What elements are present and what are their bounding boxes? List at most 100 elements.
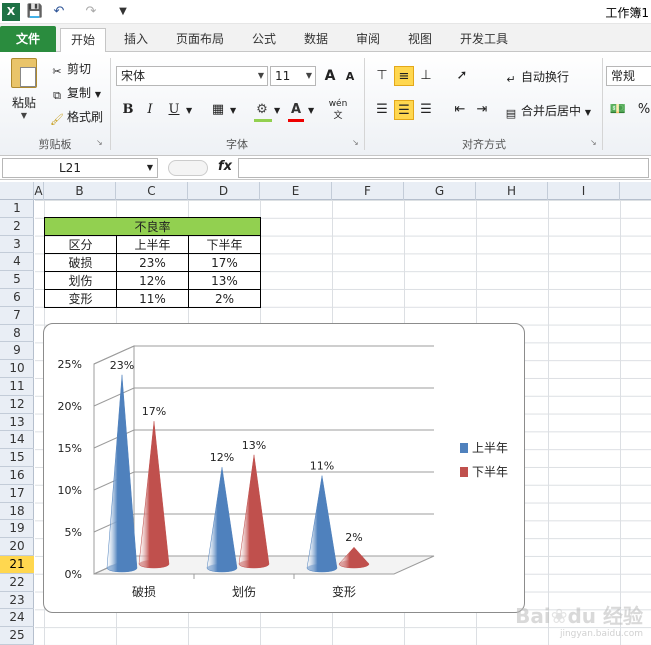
align-middle-button[interactable]: ≡ <box>394 66 414 86</box>
save-icon[interactable]: 💾 <box>26 3 44 21</box>
decrease-indent-button[interactable]: ⇤ <box>450 100 470 120</box>
row-header[interactable]: 5 <box>0 271 34 289</box>
undo-icon[interactable]: ↶ <box>50 3 68 21</box>
column-header[interactable]: I <box>548 182 620 200</box>
insert-function-icon[interactable]: fx <box>218 159 232 174</box>
underline-dropdown-icon[interactable]: ▼ <box>186 106 192 115</box>
column-header[interactable]: H <box>476 182 548 200</box>
row-header[interactable]: 18 <box>0 503 34 521</box>
font-color-button[interactable]: A <box>286 100 306 120</box>
clipboard-launcher-icon[interactable]: ↘ <box>96 138 103 147</box>
row-header[interactable]: 13 <box>0 414 34 432</box>
align-top-button[interactable]: ⊤ <box>372 66 392 86</box>
tab-formulas[interactable]: 公式 <box>242 28 286 52</box>
tab-file[interactable]: 文件 <box>0 26 56 52</box>
column-header[interactable]: F <box>332 182 404 200</box>
alignment-launcher-icon[interactable]: ↘ <box>590 138 597 147</box>
column-header[interactable]: D <box>188 182 260 200</box>
align-center-button[interactable]: ☰ <box>394 100 414 120</box>
tab-review[interactable]: 审阅 <box>346 28 390 52</box>
row-header[interactable]: 15 <box>0 449 34 467</box>
underline-button[interactable]: U <box>164 100 184 120</box>
table-cell[interactable]: 13% <box>188 271 261 290</box>
tab-data[interactable]: 数据 <box>294 28 338 52</box>
align-left-button[interactable]: ☰ <box>372 100 392 120</box>
table-header[interactable]: 区分 <box>44 235 117 254</box>
align-right-button[interactable]: ☰ <box>416 100 436 120</box>
customize-quick-access-icon[interactable]: ▼ <box>114 3 132 21</box>
row-header[interactable]: 19 <box>0 520 34 539</box>
font-color-dropdown-icon[interactable]: ▼ <box>308 106 314 115</box>
select-all-corner[interactable] <box>0 182 34 200</box>
number-format-select[interactable]: 常规 <box>606 66 651 86</box>
tab-page-layout[interactable]: 页面布局 <box>166 28 234 52</box>
column-header[interactable]: G <box>404 182 476 200</box>
tab-view[interactable]: 视图 <box>398 28 442 52</box>
table-header[interactable]: 上半年 <box>116 235 189 254</box>
column-header[interactable]: E <box>260 182 332 200</box>
row-header[interactable]: 24 <box>0 609 34 628</box>
column-header[interactable]: B <box>44 182 116 200</box>
grow-font-button[interactable]: A <box>320 66 340 86</box>
borders-button[interactable]: ▦ <box>208 100 228 120</box>
table-cell[interactable]: 2% <box>188 289 261 308</box>
fill-color-button[interactable]: ⚙ <box>252 100 272 120</box>
row-header[interactable]: 17 <box>0 485 34 503</box>
row-header[interactable]: 8 <box>0 325 34 343</box>
increase-indent-button[interactable]: ⇥ <box>472 100 492 120</box>
copy-button[interactable]: ⧉ 复制 ▼ <box>50 84 101 103</box>
row-header[interactable]: 23 <box>0 592 34 610</box>
redo-icon[interactable]: ↷ <box>82 3 100 21</box>
row-header[interactable]: 6 <box>0 289 34 307</box>
tab-home[interactable]: 开始 <box>60 28 107 53</box>
row-header[interactable]: 25 <box>0 627 34 645</box>
table-cell[interactable]: 23% <box>116 253 189 272</box>
font-name-select[interactable]: 宋体 ▼ <box>116 66 268 86</box>
table-title[interactable]: 不良率 <box>44 217 261 236</box>
shrink-font-button[interactable]: A <box>340 67 360 87</box>
borders-dropdown-icon[interactable]: ▼ <box>230 106 236 115</box>
wrap-text-button[interactable]: ↵ 自动换行 <box>504 68 569 87</box>
table-header[interactable]: 下半年 <box>188 235 261 254</box>
row-header[interactable]: 9 <box>0 342 34 361</box>
tab-insert[interactable]: 插入 <box>114 28 158 52</box>
row-header-selected[interactable]: 21 <box>0 556 34 574</box>
table-cell[interactable]: 12% <box>116 271 189 290</box>
currency-format-button[interactable]: 💵 <box>608 100 628 120</box>
fill-color-dropdown-icon[interactable]: ▼ <box>274 106 280 115</box>
formula-input[interactable] <box>238 158 649 178</box>
table-cell[interactable]: 破损 <box>44 253 117 272</box>
tab-developer[interactable]: 开发工具 <box>450 28 518 52</box>
cut-button[interactable]: ✂ 剪切 <box>50 60 91 79</box>
row-header[interactable]: 20 <box>0 538 34 556</box>
column-header[interactable]: A <box>34 182 44 200</box>
table-cell[interactable]: 变形 <box>44 289 117 308</box>
orientation-button[interactable]: ➚ <box>452 66 472 86</box>
name-box[interactable]: L21 ▼ <box>2 158 158 178</box>
format-painter-button[interactable]: 🖌 格式刷 <box>50 108 103 127</box>
font-launcher-icon[interactable]: ↘ <box>352 138 359 147</box>
percent-format-button[interactable]: % <box>634 100 651 120</box>
table-cell[interactable]: 17% <box>188 253 261 272</box>
align-bottom-button[interactable]: ⊥ <box>416 66 436 86</box>
merge-center-button[interactable]: ▤ 合并后居中 ▼ <box>504 102 591 121</box>
row-header[interactable]: 14 <box>0 431 34 450</box>
row-header[interactable]: 2 <box>0 218 34 236</box>
bold-button[interactable]: B <box>118 100 138 120</box>
row-header[interactable]: 4 <box>0 253 34 272</box>
row-header[interactable]: 1 <box>0 200 34 218</box>
row-header[interactable]: 10 <box>0 360 34 378</box>
font-size-select[interactable]: 11 ▼ <box>270 66 316 86</box>
italic-button[interactable]: I <box>140 100 160 120</box>
cone-chart[interactable]: 0% 5% 10% 15% 20% 25% 破损 划伤 变形 23% 17% 12% 13% 11% 2% 上… <box>43 323 525 613</box>
column-header[interactable]: C <box>116 182 188 200</box>
row-header[interactable]: 22 <box>0 574 34 592</box>
formula-splitter[interactable] <box>168 160 208 176</box>
table-cell[interactable]: 划伤 <box>44 271 117 290</box>
phonetic-button[interactable]: wén 文 <box>328 98 348 121</box>
table-cell[interactable]: 11% <box>116 289 189 308</box>
row-header[interactable]: 16 <box>0 467 34 485</box>
row-header[interactable]: 7 <box>0 307 34 325</box>
row-header[interactable]: 12 <box>0 396 34 414</box>
paste-button[interactable]: 粘贴 ▼ <box>8 58 40 120</box>
